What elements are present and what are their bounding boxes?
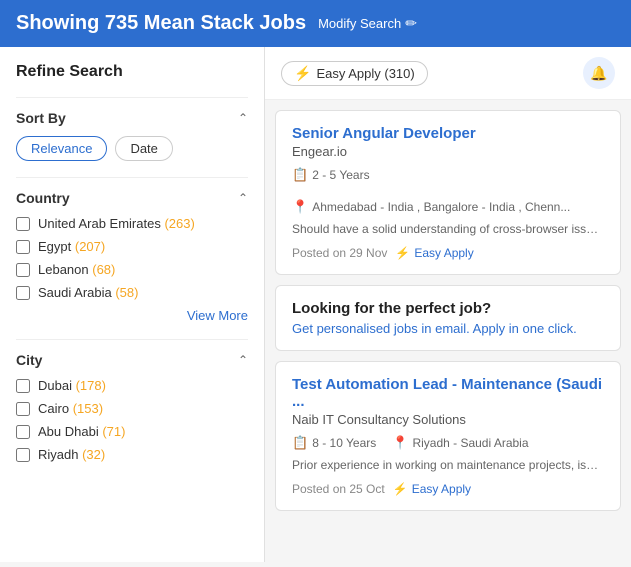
city-label: City xyxy=(16,352,42,368)
experience-meta: 📋 8 - 10 Years xyxy=(292,435,376,451)
modify-search[interactable]: Modify Search ✏ xyxy=(318,15,417,32)
job-title[interactable]: Senior Angular Developer xyxy=(292,125,604,142)
experience-meta: 📋 2 - 5 Years xyxy=(292,167,370,183)
modify-search-label: Modify Search xyxy=(318,16,401,31)
posted-date: Posted on 25 Oct xyxy=(292,482,385,496)
list-item: Riyadh (32) xyxy=(16,447,248,462)
list-item: Dubai (178) xyxy=(16,378,248,393)
promo-card: Looking for the perfect job? Get persona… xyxy=(275,285,621,351)
location-icon: 📍 xyxy=(292,199,308,215)
country-lebanon-checkbox[interactable] xyxy=(16,263,30,277)
country-header: Country ⌃ xyxy=(16,190,248,206)
sort-date-button[interactable]: Date xyxy=(115,136,172,161)
bell-icon: 🔔 xyxy=(590,65,607,82)
pencil-icon: ✏ xyxy=(405,15,417,32)
briefcase-icon: 📋 xyxy=(292,435,308,451)
country-egypt-checkbox[interactable] xyxy=(16,240,30,254)
job-description: Should have a solid understanding of cro… xyxy=(292,221,604,238)
country-section: Country ⌃ United Arab Emirates (263) Egy… xyxy=(16,177,248,323)
country-saudi-checkbox[interactable] xyxy=(16,286,30,300)
briefcase-icon: 📋 xyxy=(292,167,308,183)
country-label: Country xyxy=(16,190,70,206)
promo-title: Looking for the perfect job? xyxy=(292,300,604,317)
easy-apply-filter-chip[interactable]: ⚡ Easy Apply (310) xyxy=(281,61,428,86)
job-card[interactable]: Test Automation Lead - Maintenance (Saud… xyxy=(275,361,621,511)
sort-buttons: Relevance Date xyxy=(16,136,248,161)
sort-by-chevron: ⌃ xyxy=(238,111,248,125)
sidebar: Refine Search Sort By ⌃ Relevance Date C… xyxy=(0,47,265,562)
city-cairo-checkbox[interactable] xyxy=(16,402,30,416)
job-meta: 📋 2 - 5 Years 📍 Ahmedabad - India , Bang… xyxy=(292,167,604,215)
location-icon: 📍 xyxy=(392,435,408,451)
list-item: Egypt (207) xyxy=(16,239,248,254)
notification-icon[interactable]: 🔔 xyxy=(583,57,615,89)
page-title: Showing 735 Mean Stack Jobs xyxy=(16,12,306,35)
country-egypt-label: Egypt (207) xyxy=(38,239,105,254)
city-chevron: ⌃ xyxy=(238,353,248,367)
sort-relevance-button[interactable]: Relevance xyxy=(16,136,107,161)
main-layout: Refine Search Sort By ⌃ Relevance Date C… xyxy=(0,47,631,562)
location-meta: 📍 Ahmedabad - India , Bangalore - India … xyxy=(292,199,570,215)
easy-apply-badge[interactable]: ⚡ Easy Apply xyxy=(393,482,471,496)
company-name: Naib IT Consultancy Solutions xyxy=(292,412,604,427)
country-saudi-label: Saudi Arabia (58) xyxy=(38,285,138,300)
page-header: Showing 735 Mean Stack Jobs Modify Searc… xyxy=(0,0,631,47)
easy-apply-icon: ⚡ xyxy=(395,246,410,260)
country-lebanon-label: Lebanon (68) xyxy=(38,262,115,277)
location-value: Ahmedabad - India , Bangalore - India , … xyxy=(312,200,570,214)
refine-search-title: Refine Search xyxy=(16,63,248,81)
sort-by-section: Sort By ⌃ Relevance Date xyxy=(16,97,248,161)
filter-bar: ⚡ Easy Apply (310) 🔔 xyxy=(265,47,631,100)
experience-value: 8 - 10 Years xyxy=(312,436,376,450)
country-uae-label: United Arab Emirates (263) xyxy=(38,216,195,231)
city-riyadh-label: Riyadh (32) xyxy=(38,447,105,462)
company-name: Engear.io xyxy=(292,144,604,159)
list-item: United Arab Emirates (263) xyxy=(16,216,248,231)
city-dubai-checkbox[interactable] xyxy=(16,379,30,393)
list-item: Cairo (153) xyxy=(16,401,248,416)
jobs-panel: ⚡ Easy Apply (310) 🔔 Senior Angular Deve… xyxy=(265,47,631,562)
city-cairo-label: Cairo (153) xyxy=(38,401,103,416)
job-footer: Posted on 25 Oct ⚡ Easy Apply xyxy=(292,482,604,496)
city-abudhabi-checkbox[interactable] xyxy=(16,425,30,439)
job-description: Prior experience in working on maintenan… xyxy=(292,457,604,474)
country-uae-checkbox[interactable] xyxy=(16,217,30,231)
city-abudhabi-label: Abu Dhabi (71) xyxy=(38,424,125,439)
easy-apply-label: Easy Apply xyxy=(414,246,473,260)
city-section: City ⌃ Dubai (178) Cairo (153) Abu Dhabi… xyxy=(16,339,248,462)
list-item: Abu Dhabi (71) xyxy=(16,424,248,439)
city-riyadh-checkbox[interactable] xyxy=(16,448,30,462)
sort-by-label: Sort By xyxy=(16,110,66,126)
posted-date: Posted on 29 Nov xyxy=(292,246,387,260)
country-chevron: ⌃ xyxy=(238,191,248,205)
job-footer: Posted on 29 Nov ⚡ Easy Apply xyxy=(292,246,604,260)
easy-apply-badge[interactable]: ⚡ Easy Apply xyxy=(395,246,473,260)
promo-description: Get personalised jobs in email. Apply in… xyxy=(292,321,604,336)
country-view-more[interactable]: View More xyxy=(16,308,248,323)
easy-apply-chip-icon: ⚡ xyxy=(294,65,311,82)
job-meta: 📋 8 - 10 Years 📍 Riyadh - Saudi Arabia xyxy=(292,435,604,451)
experience-value: 2 - 5 Years xyxy=(312,168,369,182)
job-card[interactable]: Senior Angular Developer Engear.io 📋 2 -… xyxy=(275,110,621,275)
easy-apply-icon: ⚡ xyxy=(393,482,408,496)
job-title[interactable]: Test Automation Lead - Maintenance (Saud… xyxy=(292,376,604,410)
city-dubai-label: Dubai (178) xyxy=(38,378,106,393)
sort-by-header: Sort By ⌃ xyxy=(16,110,248,126)
list-item: Lebanon (68) xyxy=(16,262,248,277)
location-value: Riyadh - Saudi Arabia xyxy=(412,436,528,450)
list-item: Saudi Arabia (58) xyxy=(16,285,248,300)
easy-apply-chip-label: Easy Apply (310) xyxy=(316,66,414,81)
location-meta: 📍 Riyadh - Saudi Arabia xyxy=(392,435,528,451)
city-header: City ⌃ xyxy=(16,352,248,368)
easy-apply-label: Easy Apply xyxy=(412,482,471,496)
